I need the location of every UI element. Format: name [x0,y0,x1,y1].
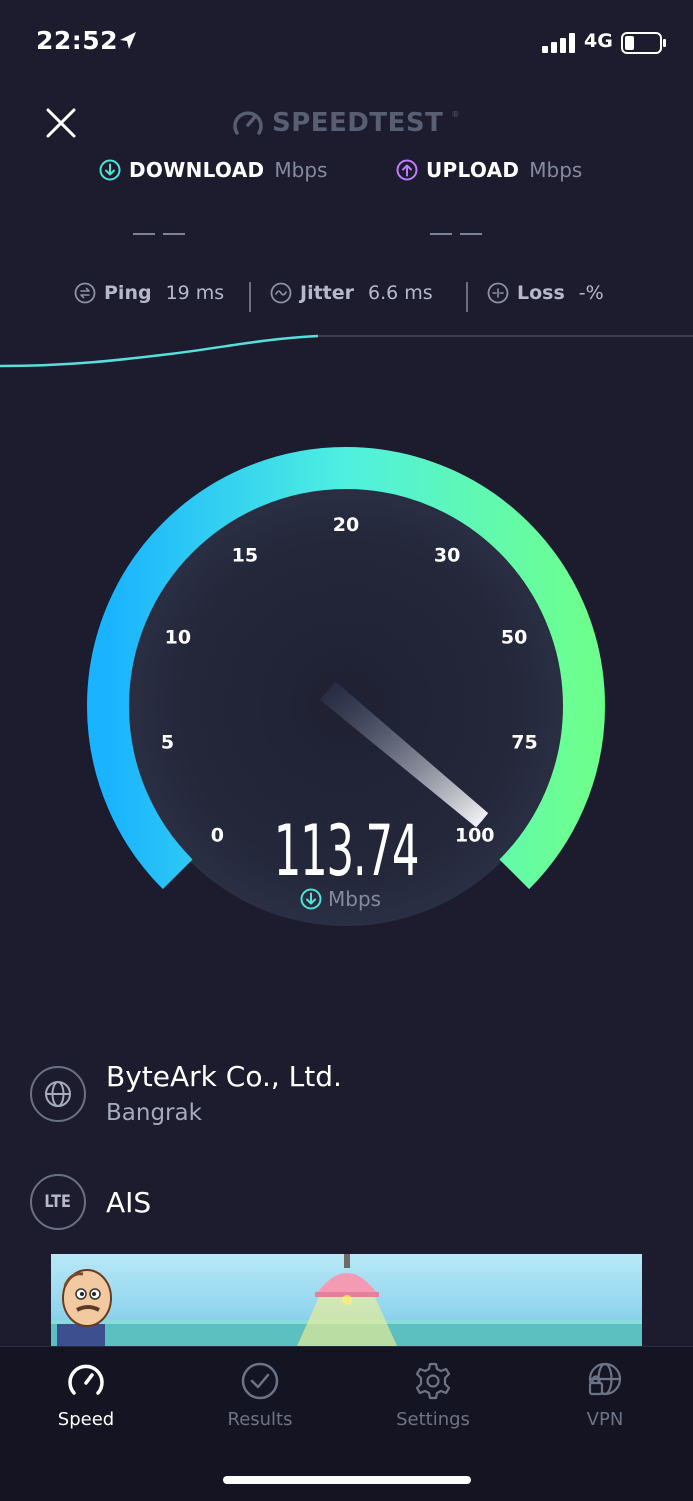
cellular-signal-icon [542,33,575,53]
download-unit: Mbps [274,158,328,182]
carrier-name: AIS [106,1186,152,1219]
speedometer-icon [68,1364,104,1395]
gauge-tick-label: 100 [455,825,495,847]
tab-vpn[interactable]: VPN [535,1361,675,1430]
tab-speed[interactable]: Speed [16,1361,156,1430]
network-type: 4G [584,30,613,52]
globe-lock-icon [588,1362,622,1396]
test-progress-graph [0,334,693,368]
status-time: 22:52 [36,26,119,55]
loss-icon [487,282,509,304]
tab-settings[interactable]: Settings [363,1361,503,1430]
ping-icon [74,282,96,304]
tab-vpn-label: VPN [586,1409,624,1430]
latency-stats: Ping 19 ms Jitter 6.6 ms Loss -% [0,282,693,316]
divider [249,282,251,312]
download-arrow-icon [300,888,322,910]
home-indicator[interactable] [223,1476,471,1484]
close-button[interactable] [40,102,82,144]
speed-unit-label: Mbps [300,887,381,911]
globe-icon [45,1081,71,1107]
jitter-label: Jitter [300,282,355,304]
gauge-tick-label: 20 [333,514,359,536]
location-arrow-icon [120,32,136,49]
ping-stat: Ping 19 ms [74,282,224,304]
gauge-tick-label: 15 [232,545,258,567]
divider [466,282,468,312]
speed-unit: Mbps [328,887,382,911]
gear-icon [415,1362,451,1400]
upload-value-placeholder [430,230,482,238]
tab-settings-label: Settings [396,1409,470,1430]
gauge-tick-label: 30 [434,545,460,567]
gauge-tick-label: 75 [511,732,537,754]
carrier-badge: LTE [30,1174,86,1230]
gauge-tick-label: 10 [165,626,191,648]
download-header: DOWNLOAD Mbps [99,158,327,182]
loss-label: Loss [517,282,565,304]
ad-illustration [51,1254,642,1346]
jitter-icon [270,282,292,304]
upload-label: UPLOAD [426,158,520,182]
cartoon-character [57,1269,112,1346]
loss-value: -% [578,282,604,304]
ping-label: Ping [104,282,152,304]
tab-speed-label: Speed [57,1409,115,1430]
ad-banner[interactable] [51,1254,642,1346]
upload-unit: Mbps [529,158,583,182]
download-arrow-icon [99,159,121,181]
brand-name: SPEEDTEST [272,108,444,138]
upload-arrow-icon [396,159,418,181]
download-label: DOWNLOAD [129,158,265,182]
server-name[interactable]: ByteArk Co., Ltd. [106,1060,342,1093]
download-value-placeholder [133,230,185,238]
close-icon [46,108,76,138]
speedometer-logo-icon [233,111,263,135]
server-location: Bangrak [106,1100,202,1126]
speedtest-logo: SPEEDTEST ® [232,106,459,140]
loss-stat: Loss -% [487,282,604,304]
current-speed: 113.74 [273,810,420,892]
ping-value: 19 ms [165,282,225,304]
tab-results-label: Results [227,1409,293,1430]
tab-results[interactable]: Results [190,1361,330,1430]
jitter-value: 6.6 ms [368,282,433,304]
gauge-tick-label: 0 [211,825,224,847]
check-circle-icon [241,1362,279,1400]
jitter-stat: Jitter 6.6 ms [270,282,433,304]
server-button[interactable] [30,1066,86,1122]
gauge-tick-label: 5 [161,732,174,754]
gauge-tick-label: 50 [501,626,527,648]
brand-trademark: ® [451,110,460,119]
battery-icon [621,32,666,54]
lte-badge-text: LTE [44,1192,72,1212]
upload-header: UPLOAD Mbps [396,158,582,182]
